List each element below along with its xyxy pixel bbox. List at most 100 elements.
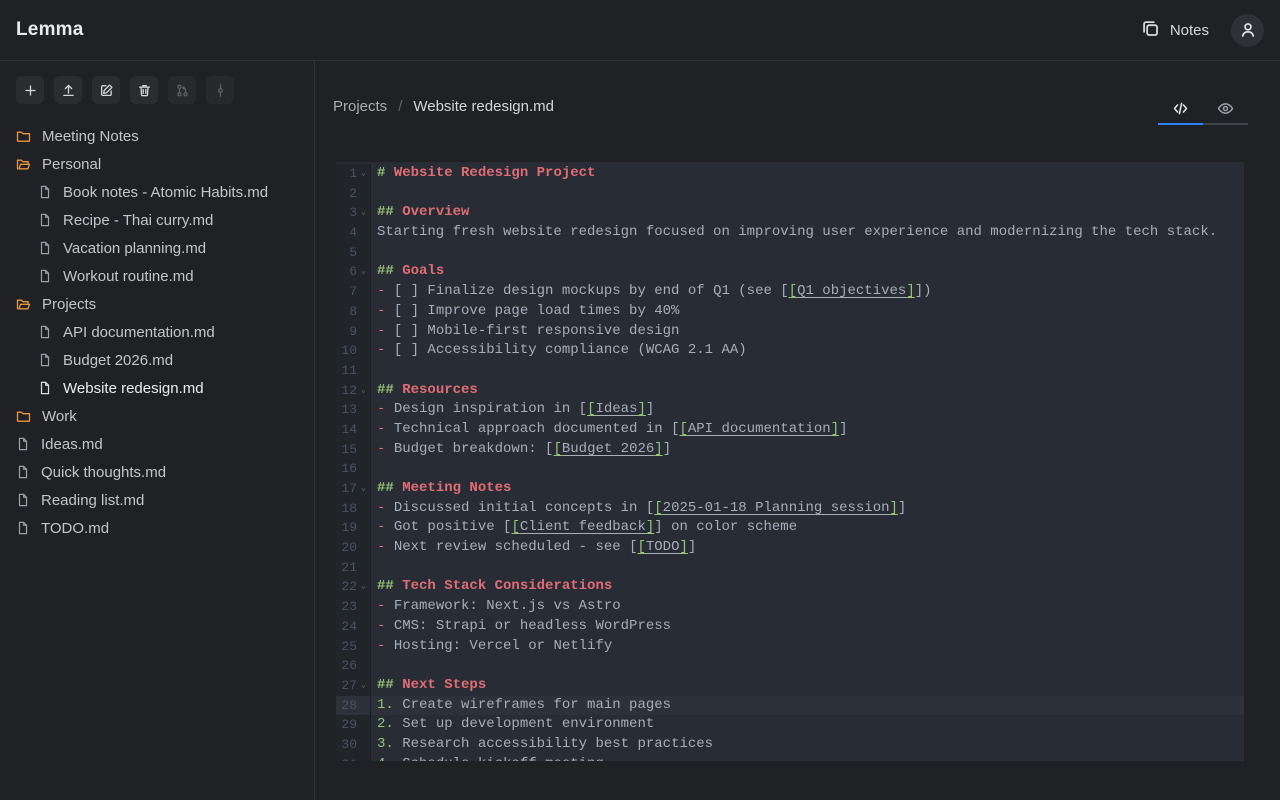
sidebar-item-projects[interactable]: Projects: [0, 290, 314, 318]
wiki-link[interactable]: TODO: [646, 539, 680, 555]
folder-open-icon: [16, 157, 31, 172]
editor-line-content[interactable]: - Technical approach documented in [[API…: [371, 420, 1244, 440]
sidebar-item-workout-routine-md[interactable]: Workout routine.md: [0, 262, 314, 290]
editor-line-content[interactable]: [371, 459, 1244, 479]
editor-line-content[interactable]: 3. Research accessibility best practices: [371, 735, 1244, 755]
editor-line-content[interactable]: [371, 361, 1244, 381]
editor-line-content[interactable]: - Next review scheduled - see [[TODO]]: [371, 538, 1244, 558]
fold-arrow-icon[interactable]: ⌄: [357, 381, 370, 401]
editor-line-content[interactable]: [371, 656, 1244, 676]
fold-arrow-icon[interactable]: ⌄: [357, 479, 370, 499]
sidebar-item-book-notes-atomic-habits-md[interactable]: Book notes - Atomic Habits.md: [0, 178, 314, 206]
line-number: 31: [336, 755, 357, 761]
fold-arrow-icon[interactable]: ⌄: [357, 164, 370, 184]
editor-line-content[interactable]: ## Tech Stack Considerations: [371, 577, 1244, 597]
upload-button[interactable]: [54, 76, 82, 104]
editor-line-content[interactable]: Starting fresh website redesign focused …: [371, 223, 1244, 243]
user-avatar[interactable]: [1231, 14, 1264, 47]
editor-line: 19- Got positive [[Client feedback]] on …: [336, 518, 1244, 538]
breadcrumb-separator: /: [398, 98, 402, 115]
tree-item-label: Projects: [42, 296, 96, 313]
editor-line: 303. Research accessibility best practic…: [336, 735, 1244, 755]
wiki-link[interactable]: Budget 2026: [562, 441, 654, 457]
syntax-span: #: [377, 165, 394, 181]
wiki-link[interactable]: 2025-01-18 Planning session: [663, 500, 890, 516]
preview-view-tab[interactable]: [1203, 91, 1248, 125]
upload-icon: [61, 83, 76, 98]
editor-line-content[interactable]: - Framework: Next.js vs Astro: [371, 597, 1244, 617]
fold-arrow-icon[interactable]: ⌄: [357, 262, 370, 282]
sidebar-item-reading-list-md[interactable]: Reading list.md: [0, 486, 314, 514]
wiki-link[interactable]: API documentation: [688, 421, 831, 437]
file-icon: [16, 493, 30, 507]
line-number: 25: [336, 637, 357, 657]
sidebar-item-meeting-notes[interactable]: Meeting Notes: [0, 122, 314, 150]
breadcrumb-folder[interactable]: Projects: [333, 98, 387, 115]
tree-item-label: Quick thoughts.md: [41, 464, 166, 481]
sidebar-item-website-redesign-md[interactable]: Website redesign.md: [0, 374, 314, 402]
editor-gutter: 23: [336, 597, 371, 617]
editor-line-content[interactable]: [371, 184, 1244, 204]
syntax-span: ]: [637, 401, 645, 417]
editor-line-content[interactable]: 4. Schedule kickoff meeting: [371, 755, 1244, 761]
wiki-link[interactable]: Client feedback: [520, 519, 646, 535]
syntax-span: [: [579, 401, 587, 417]
sidebar-item-quick-thoughts-md[interactable]: Quick thoughts.md: [0, 458, 314, 486]
wiki-link[interactable]: Ideas: [595, 401, 637, 417]
editor-line-content[interactable]: 1. Create wireframes for main pages: [371, 696, 1244, 716]
sidebar-item-ideas-md[interactable]: Ideas.md: [0, 430, 314, 458]
tree-item-label: Book notes - Atomic Habits.md: [63, 184, 268, 201]
editor-line-content[interactable]: - Budget breakdown: [[Budget 2026]]: [371, 440, 1244, 460]
editor-line-content[interactable]: # Website Redesign Project: [371, 164, 1244, 184]
editor-line-content[interactable]: - CMS: Strapi or headless WordPress: [371, 617, 1244, 637]
editor-line-content[interactable]: - [ ] Improve page load times by 40%: [371, 302, 1244, 322]
line-number: 12: [336, 381, 357, 401]
editor-line-content[interactable]: ## Overview: [371, 203, 1244, 223]
editor-line-content[interactable]: - [ ] Accessibility compliance (WCAG 2.1…: [371, 341, 1244, 361]
markdown-editor[interactable]: 1⌄# Website Redesign Project23⌄## Overvi…: [336, 162, 1244, 761]
editor-line-content[interactable]: - Design inspiration in [[Ideas]]: [371, 400, 1244, 420]
sidebar-item-work[interactable]: Work: [0, 402, 314, 430]
editor-line: 2: [336, 184, 1244, 204]
sidebar-item-todo-md[interactable]: TODO.md: [0, 514, 314, 542]
sidebar-item-personal[interactable]: Personal: [0, 150, 314, 178]
file-icon: [38, 381, 52, 395]
editor-line-content[interactable]: - Discussed initial concepts in [[2025-0…: [371, 499, 1244, 519]
editor-line-content[interactable]: 2. Set up development environment: [371, 715, 1244, 735]
line-number: 2: [336, 184, 357, 204]
editor-gutter: 29: [336, 715, 371, 735]
notes-button[interactable]: Notes: [1141, 19, 1209, 42]
editor-line-content[interactable]: [371, 243, 1244, 263]
fold-arrow-icon[interactable]: ⌄: [357, 577, 370, 597]
syntax-span: -: [377, 323, 394, 339]
editor-line-content[interactable]: - [ ] Mobile-first responsive design: [371, 322, 1244, 342]
editor-line-content[interactable]: - [ ] Finalize design mockups by end of …: [371, 282, 1244, 302]
tree-item-label: Ideas.md: [41, 436, 103, 453]
editor-gutter: 9: [336, 322, 371, 342]
fold-arrow-icon[interactable]: ⌄: [357, 676, 370, 696]
editor-line-content[interactable]: [371, 558, 1244, 578]
editor-line-content[interactable]: ## Goals: [371, 262, 1244, 282]
editor-gutter: 28: [336, 696, 371, 716]
sidebar-item-recipe-thai-curry-md[interactable]: Recipe - Thai curry.md: [0, 206, 314, 234]
editor-line: 27⌄## Next Steps: [336, 676, 1244, 696]
edit-button[interactable]: [92, 76, 120, 104]
code-view-tab[interactable]: [1158, 91, 1203, 125]
fold-arrow-icon[interactable]: ⌄: [357, 203, 370, 223]
wiki-link[interactable]: Q1 objectives: [797, 283, 906, 299]
editor-line-content[interactable]: ## Resources: [371, 381, 1244, 401]
sidebar-item-api-documentation-md[interactable]: API documentation.md: [0, 318, 314, 346]
sidebar-item-budget-2026-md[interactable]: Budget 2026.md: [0, 346, 314, 374]
editor-line-content[interactable]: ## Meeting Notes: [371, 479, 1244, 499]
delete-button[interactable]: [130, 76, 158, 104]
editor-line-content[interactable]: - Got positive [[Client feedback]] on co…: [371, 518, 1244, 538]
new-note-button[interactable]: [16, 76, 44, 104]
line-number: 16: [336, 459, 357, 479]
line-number: 13: [336, 400, 357, 420]
editor-line-content[interactable]: - Hosting: Vercel or Netlify: [371, 637, 1244, 657]
syntax-span: [: [637, 539, 645, 555]
editor-line-content[interactable]: ## Next Steps: [371, 676, 1244, 696]
syntax-span: ): [923, 283, 931, 299]
sidebar-item-vacation-planning-md[interactable]: Vacation planning.md: [0, 234, 314, 262]
eye-icon: [1217, 100, 1234, 117]
